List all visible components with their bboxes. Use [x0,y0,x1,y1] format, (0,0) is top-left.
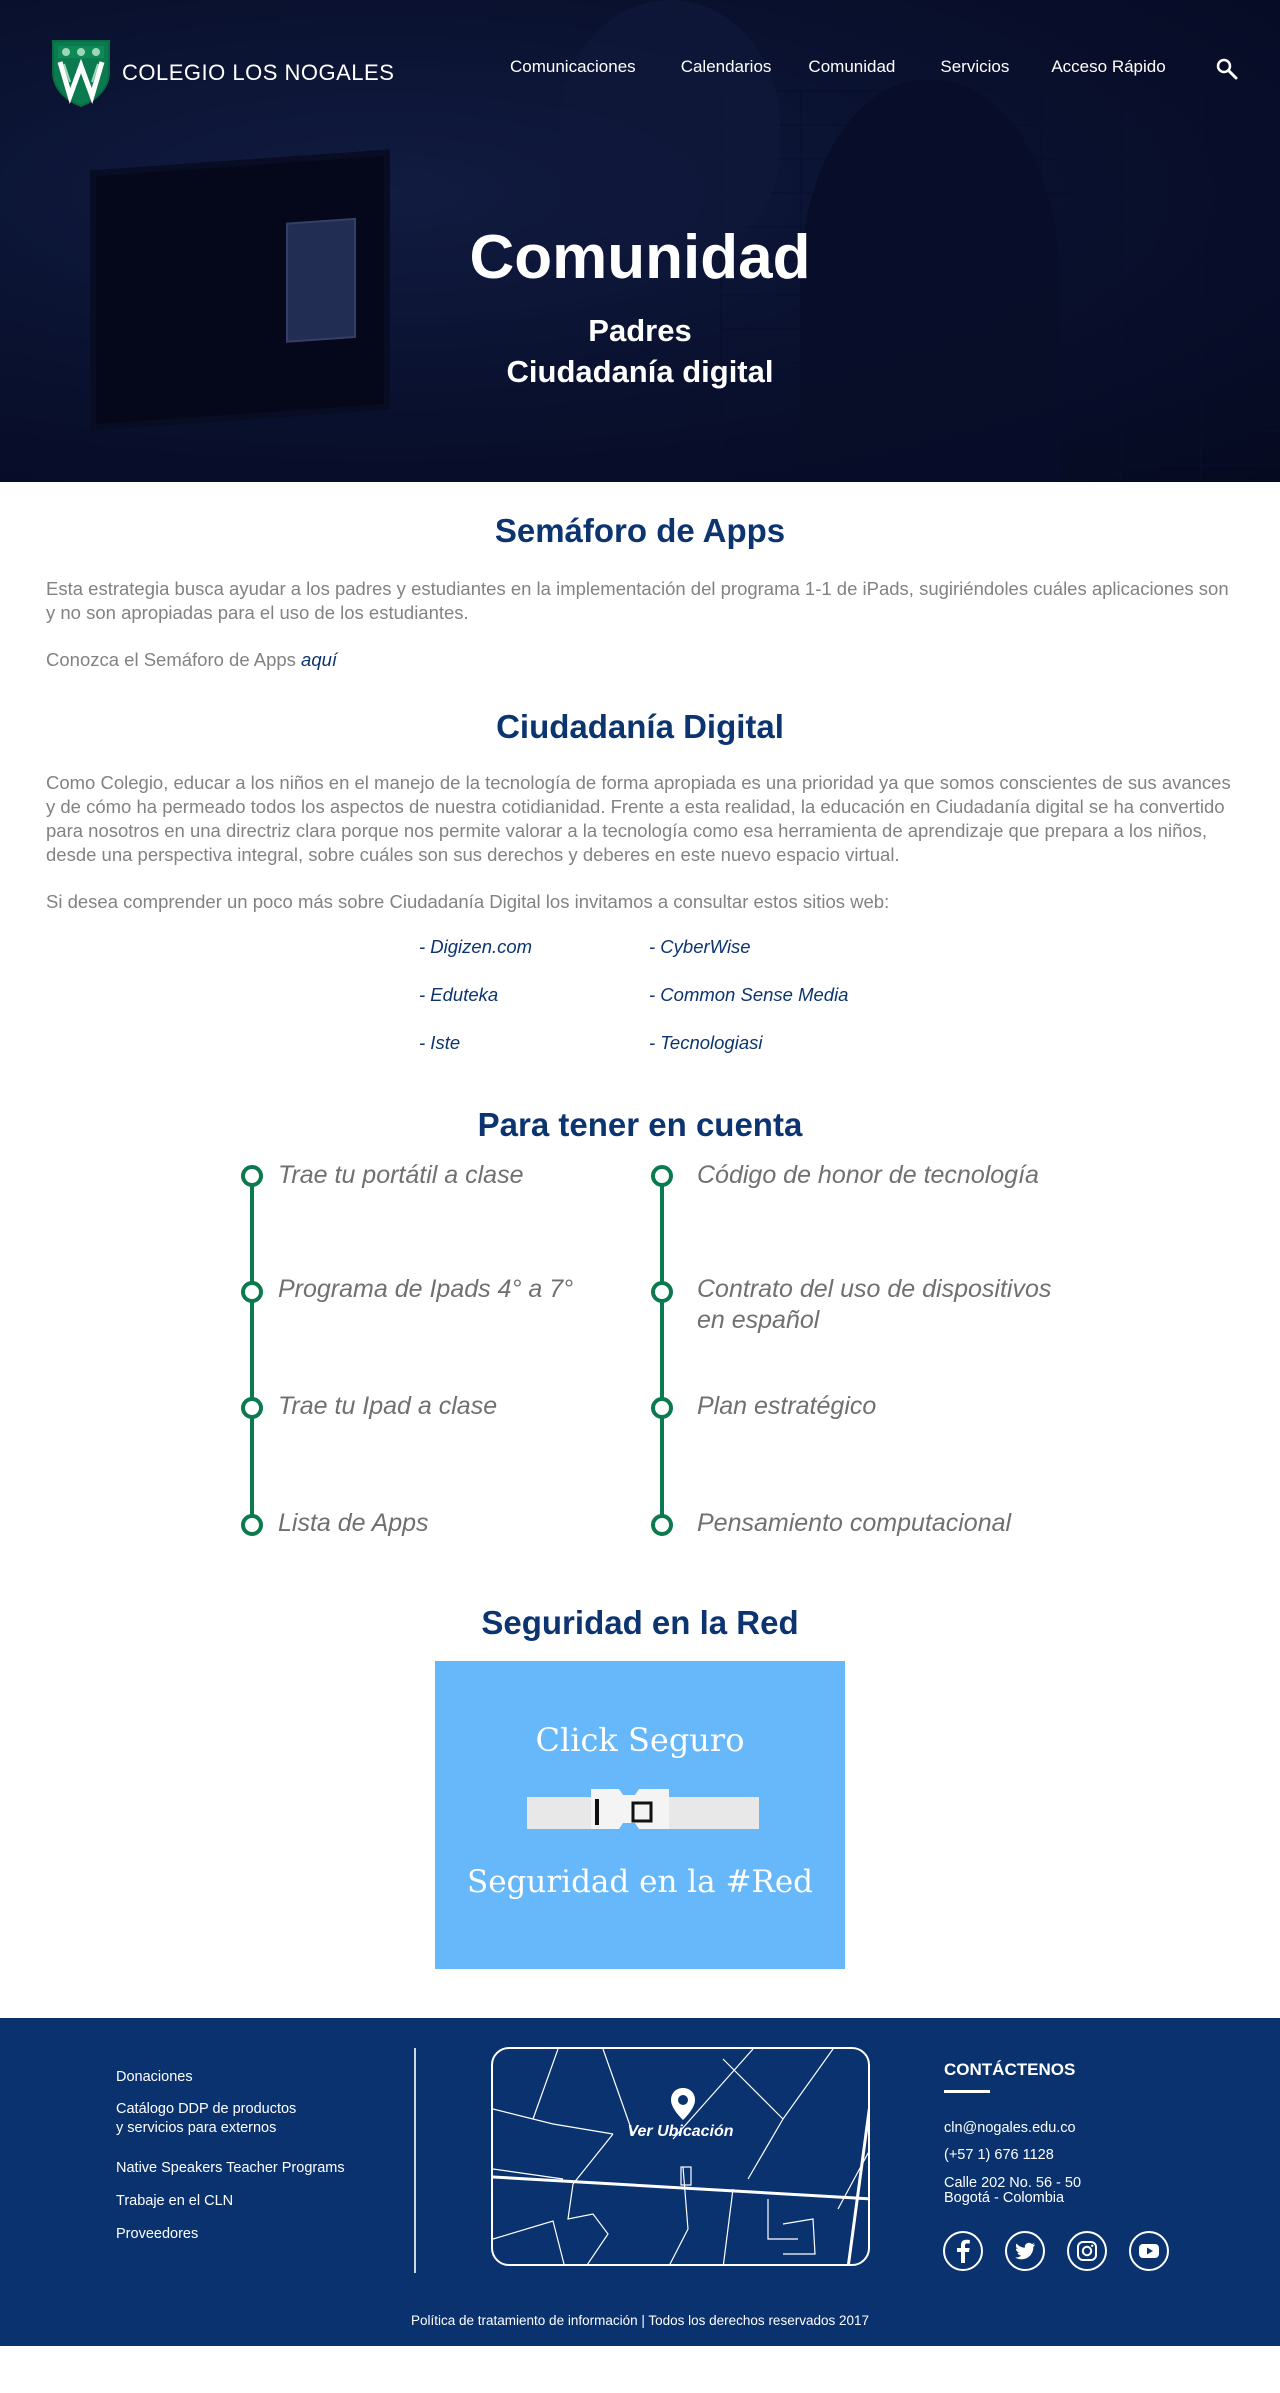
hero-banner: COLEGIO LOS NOGALES Comunicaciones Calen… [0,0,1280,482]
item-pensamiento-computacional[interactable]: Pensamiento computacional [697,1508,1011,1539]
social-links [943,2231,1169,2271]
section-title-ciudadania: Ciudadanía Digital [496,708,784,745]
item-lista-apps[interactable]: Lista de Apps [278,1508,429,1539]
map-location-link[interactable]: Ver Ubicación [491,2047,870,2266]
click-seguro-banner[interactable]: Click Seguro Seguridad en la #Red [435,1661,845,1969]
nav-comunicaciones[interactable]: Comunicaciones [510,57,636,77]
twitter-icon[interactable] [1005,2231,1045,2271]
footer-legal: Política de tratamiento de información |… [410,2313,870,2328]
main-nav: Comunicaciones Calendarios Comunidad Ser… [510,57,1166,77]
footer-divider [414,2048,416,2273]
footer-link-catalogo-2[interactable]: y servicios para externos [116,2119,276,2138]
contact-block: CONTÁCTENOS cln@nogales.edu.co (+57 1) 6… [944,2060,1081,2206]
item-trae-portatil[interactable]: Trae tu portátil a clase [278,1160,523,1191]
timeline-dot [651,1281,673,1303]
footer-link-donaciones[interactable]: Donaciones [116,2068,193,2087]
footer-link-trabaje[interactable]: Trabaje en el CLN [116,2192,233,2211]
timeline-dot [241,1397,263,1419]
timeline-dot [651,1397,673,1419]
section-title-seguridad: Seguridad en la Red [481,1604,799,1641]
link-tecnologiasi[interactable]: - Tecnologiasi [649,1032,762,1054]
banner-subtitle: Seguridad en la #Red [466,1864,814,1900]
ciudadania-description: Como Colegio, educar a los niños en el m… [46,772,1231,865]
resources-timeline: Trae tu portátil a clase Programa de Ipa… [46,1144,1234,1604]
page-title: Comunidad [469,223,811,292]
section-title-cuenta: Para tener en cuenta [477,1106,803,1143]
map-illustration [493,2049,868,2264]
semaforo-link[interactable]: aquí [301,649,337,670]
contact-title-underline [944,2090,990,2093]
contact-address-2: Bogotá - Colombia [944,2190,1065,2206]
link-cyberwise[interactable]: - CyberWise [649,936,751,958]
instagram-icon[interactable] [1067,2231,1107,2271]
item-contrato-dispositivos[interactable]: Contrato del uso de dispositivos en espa… [697,1274,1077,1336]
footer-link-native-speakers[interactable]: Native Speakers Teacher Programs [116,2159,345,2178]
site-logo[interactable]: COLEGIO LOS NOGALES [50,38,394,108]
location-pin-icon [671,2088,695,2120]
facebook-icon[interactable] [943,2231,983,2271]
top-navigation-bar: COLEGIO LOS NOGALES Comunicaciones Calen… [0,0,1280,140]
seatbelt-icon [527,1789,759,1829]
link-eduteka[interactable]: - Eduteka [419,984,498,1006]
nav-calendarios[interactable]: Calendarios [681,57,772,77]
timeline-line [660,1174,664,1519]
contact-title: CONTÁCTENOS [944,2060,1076,2079]
page-subtitle: Padres [588,313,692,348]
link-common-sense-media[interactable]: - Common Sense Media [649,984,848,1006]
timeline-dot [241,1514,263,1536]
timeline-dot [241,1281,263,1303]
contact-email[interactable]: cln@nogales.edu.co [944,2120,1076,2137]
search-icon[interactable] [1216,58,1238,80]
contact-phone[interactable]: (+57 1) 676 1128 [944,2147,1054,2164]
footer-link-catalogo[interactable]: Catálogo DDP de productos [116,2100,296,2119]
site-footer: Donaciones Catálogo DDP de productos y s… [0,2018,1280,2346]
ciudadania-sites-intro: Si desea comprender un poco más sobre Ci… [46,891,890,912]
semaforo-cta: Conozca el Semáforo de Apps aquí [46,649,338,670]
item-plan-estrategico[interactable]: Plan estratégico [697,1391,876,1422]
link-digizen[interactable]: - Digizen.com [419,936,532,958]
site-name: COLEGIO LOS NOGALES [122,60,395,85]
semaforo-description: Esta estrategia busca ayudar a los padre… [46,578,1229,623]
nav-acceso-rapido[interactable]: Acceso Rápido [1051,57,1165,77]
timeline-dot [241,1165,263,1187]
timeline-dot [651,1514,673,1536]
main-content: Semáforo de Apps Esta estrategia busca a… [0,512,1280,1969]
link-iste[interactable]: - Iste [419,1032,460,1054]
item-codigo-honor[interactable]: Código de honor de tecnología [697,1160,1039,1191]
nav-servicios[interactable]: Servicios [940,57,1009,77]
section-title-semaforo: Semáforo de Apps [494,512,786,549]
page-subtitle-2: Ciudadanía digital [506,354,774,389]
resource-links: - Digizen.com - CyberWise - Eduteka - Co… [46,936,1234,1106]
nav-comunidad[interactable]: Comunidad [808,57,895,77]
map-label: Ver Ubicación [627,2123,734,2140]
school-shield-icon [52,40,110,108]
timeline-dot [651,1165,673,1187]
item-trae-ipad[interactable]: Trae tu Ipad a clase [278,1391,497,1422]
banner-title: Click Seguro [535,1721,745,1759]
footer-link-proveedores[interactable]: Proveedores [116,2225,198,2244]
item-programa-ipads[interactable]: Programa de Ipads 4° a 7° [278,1274,573,1305]
timeline-line [250,1174,254,1519]
youtube-icon[interactable] [1129,2231,1169,2271]
